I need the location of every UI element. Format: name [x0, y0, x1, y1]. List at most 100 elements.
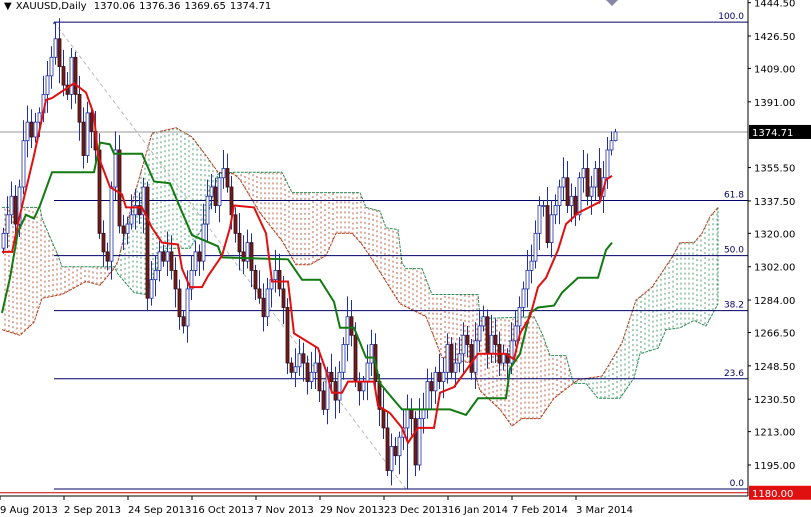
candle-bullish	[613, 131, 618, 141]
candle-bearish	[169, 251, 174, 271]
price-tick-label: 1355.50	[754, 164, 795, 175]
candle-bearish	[317, 362, 322, 392]
candle-bearish	[573, 195, 578, 216]
candle-bullish	[525, 270, 530, 290]
candle-bullish	[341, 344, 346, 373]
candle-bearish	[13, 195, 18, 225]
candle-bearish	[77, 93, 82, 123]
price-tick-label: 1409.00	[754, 64, 795, 75]
candle-bearish	[89, 112, 94, 132]
candle-bullish	[517, 307, 522, 327]
candle-bullish	[501, 353, 506, 364]
candle-bullish	[445, 344, 450, 373]
candle-bullish	[453, 362, 458, 373]
price-tick-label: 1230.50	[754, 395, 795, 406]
candle-bearish	[449, 344, 454, 373]
candle-bullish	[489, 334, 494, 355]
candle-bullish	[533, 232, 538, 262]
candle-bullish	[557, 186, 562, 206]
price-tick-label: 1337.50	[754, 197, 795, 208]
fib-level-label: 38.2	[724, 301, 744, 311]
candle-bearish	[257, 288, 262, 299]
candle-bearish	[485, 316, 490, 355]
candle-bearish	[333, 381, 338, 401]
candle-bearish	[105, 251, 110, 262]
candle-bearish	[117, 149, 122, 227]
candle-bearish	[545, 205, 550, 244]
symbol-label: XAUUSD,Daily	[15, 1, 87, 12]
time-tick-label: 3 Mar 2014	[576, 505, 633, 516]
candle-bullish	[605, 149, 610, 179]
candle-bullish	[129, 214, 134, 225]
candle-bullish	[185, 288, 190, 327]
candle-bullish	[33, 121, 38, 138]
price-tick-label: 1444.50	[754, 0, 795, 10]
candle-bullish	[569, 195, 574, 206]
candle-bullish	[221, 168, 226, 179]
candle-bearish	[289, 362, 294, 373]
price-tick-label: 1195.00	[754, 461, 795, 472]
candle-bearish	[329, 371, 334, 382]
price-tick-label: 1302.00	[754, 263, 795, 274]
candle-bearish	[393, 446, 398, 457]
time-tick-label: 16 Oct 2013	[192, 505, 254, 516]
candle-bearish	[81, 121, 86, 156]
candle-bullish	[405, 408, 410, 429]
shift-marker-icon	[606, 0, 618, 6]
candle-bearish	[565, 177, 570, 206]
candle-bearish	[61, 66, 66, 86]
candle-bullish	[265, 288, 270, 318]
candle-bearish	[597, 168, 602, 197]
time-tick-label: 7 Feb 2014	[512, 505, 568, 516]
candle-bullish	[85, 112, 90, 156]
high-value: 1376.36	[139, 1, 181, 12]
candle-bearish	[173, 270, 178, 290]
candle-bullish	[205, 195, 210, 225]
candle-bearish	[353, 334, 358, 382]
candle-bullish	[273, 270, 278, 281]
candle-bearish	[249, 242, 254, 271]
fib-level-label: 50.0	[724, 246, 744, 256]
candle-bearish	[381, 408, 386, 429]
candle-bullish	[529, 260, 534, 271]
candle-bullish	[461, 334, 466, 355]
fib-level-label: 23.6	[724, 369, 744, 379]
candle-bullish	[553, 205, 558, 216]
candle-bullish	[541, 205, 546, 207]
candle-bullish	[361, 381, 366, 392]
candle-bullish	[561, 177, 566, 188]
price-tick-label: 1426.50	[754, 32, 795, 43]
candle-bullish	[421, 408, 426, 420]
candle-bullish	[45, 75, 50, 95]
candle-bearish	[437, 371, 442, 382]
candle-bullish	[369, 344, 374, 364]
chart-header: ▼ XAUUSD,Daily 1370.06 1376.36 1369.65 1374.…	[4, 1, 275, 12]
candle-bullish	[425, 381, 430, 410]
price-tick-label: 1213.00	[754, 428, 795, 439]
candle-bearish	[349, 316, 354, 336]
candle-bearish	[429, 381, 434, 392]
candle-bullish	[53, 38, 58, 58]
candle-bullish	[217, 177, 222, 206]
candle-bullish	[293, 366, 298, 373]
close-value: 1374.71	[229, 1, 272, 12]
candle-bullish	[193, 251, 198, 271]
candle-bullish	[165, 251, 170, 262]
candle-bullish	[589, 186, 594, 197]
candle-bullish	[337, 371, 342, 401]
dropdown-arrow-icon[interactable]: ▼	[4, 1, 12, 12]
candle-bullish	[113, 149, 118, 188]
price-tick-label: 1266.50	[754, 328, 795, 339]
candle-bearish	[301, 353, 306, 364]
candle-bearish	[285, 307, 290, 364]
candle-bullish	[149, 279, 154, 299]
fib-level-label: 0.0	[730, 479, 745, 489]
candle-bearish	[409, 408, 414, 420]
candle-bearish	[121, 225, 126, 234]
candle-bearish	[161, 251, 166, 262]
candle-bearish	[321, 390, 326, 410]
candle-bearish	[241, 251, 246, 262]
price-chart[interactable]: 100.0 61.8 50.0 38.2 23.6 0.0 1444.50 1426.50 14…	[0, 0, 811, 517]
candle-bullish	[441, 371, 446, 382]
candle-bullish	[9, 195, 14, 216]
